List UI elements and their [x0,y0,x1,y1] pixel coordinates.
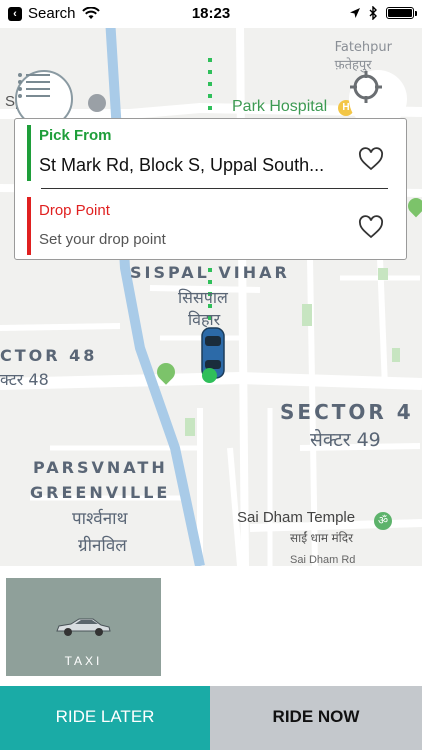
road-label-sai-dham-rd: Sai Dham Rd [290,554,356,566]
area-sector-49: SECTOR 4 [280,400,414,424]
temple-icon: ॐ [374,512,392,530]
vehicle-option-taxi[interactable]: TAXI [6,578,161,676]
bluetooth-icon [369,6,377,20]
card-divider [41,188,388,189]
bottom-action-bar: RIDE LATER RIDE NOW [0,686,422,750]
drop-label: Drop Point [39,202,110,219]
area-sector-48: CTOR 48 [0,346,98,365]
poi-label-park-hospital: Park Hospital [232,98,328,115]
crosshair-icon [350,71,382,103]
area-sector-49-hindi: सेक्टर 49 [310,429,381,451]
pickup-favorite-heart-icon[interactable] [358,147,384,171]
status-bar: ‹ Search 18:23 [0,0,422,28]
location-card: Pick From St Mark Rd, Block S, Uppal Sou… [14,118,407,260]
current-location-dot [202,368,217,383]
drop-address-placeholder[interactable]: Set your drop point [39,231,166,248]
pickup-row[interactable]: Pick From St Mark Rd, Block S, Uppal Sou… [27,125,394,183]
spazedge-pin-icon [88,94,106,112]
drop-row[interactable]: Drop Point Set your drop point [27,197,394,255]
taxi-car-icon [56,618,111,636]
area-greenville: GREENVILLE [30,483,171,502]
area-sector-48-hindi: क्टर 48 [0,370,49,389]
pickup-accent-bar [27,125,31,181]
area-sispal-vihar: SISPAL VIHAR [130,263,290,282]
map-label-top-right: Fatehpur फ़तेहपुर [334,40,392,73]
area-sispal-vihar-hindi-1: सिसपाल [178,288,228,307]
drop-accent-bar [27,197,31,255]
ride-now-button[interactable]: RIDE NOW [210,686,422,750]
area-greenville-hindi: ग्रीनविल [78,536,127,556]
pickup-address[interactable]: St Mark Rd, Block S, Uppal South... [39,155,324,176]
map-view[interactable]: Fatehpur फ़तेहपुर Spazedge Park Hospital… [0,28,422,566]
vehicle-label: TAXI [64,654,103,668]
menu-list-icon [18,73,50,98]
area-parsvnath: PARSVNATH [33,458,168,477]
location-arrow-icon [350,8,360,18]
area-parsvnath-hindi: पार्श्वनाथ [72,509,128,529]
pickup-label: Pick From [39,127,112,144]
poi-label-sai-dham-temple: Sai Dham Temple [237,509,356,526]
drop-favorite-heart-icon[interactable] [358,215,384,239]
ride-later-button[interactable]: RIDE LATER [0,686,210,750]
poi-label-sai-dham-temple-hindi: साईं धाम मंदिर [290,531,354,545]
battery-icon [386,7,417,19]
vehicle-selector: TAXI [0,566,422,686]
